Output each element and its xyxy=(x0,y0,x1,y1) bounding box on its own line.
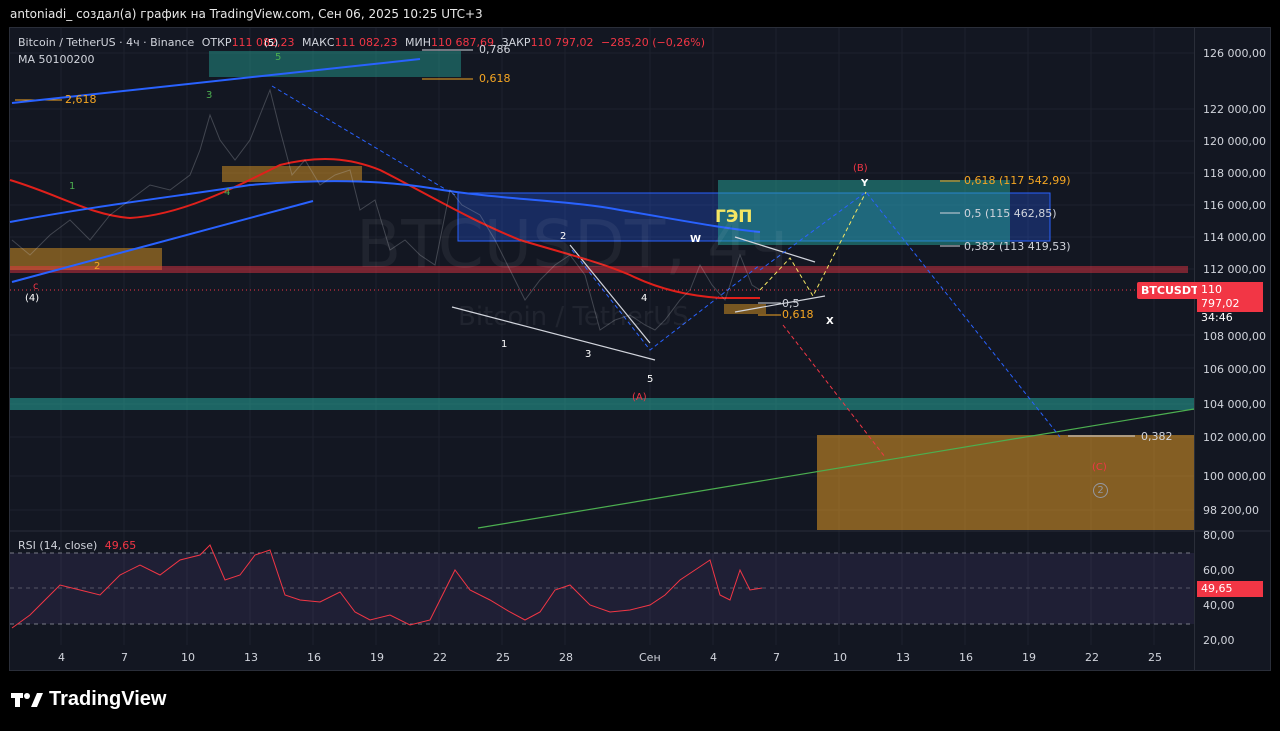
wave-small-2: 2 xyxy=(94,261,101,272)
price-label: 102 000,00 xyxy=(1203,431,1266,444)
legend-low-label: МИН xyxy=(405,36,432,49)
wave-label-y: Y xyxy=(861,178,869,189)
price-label: 104 000,00 xyxy=(1203,398,1266,411)
rsi-axis-label: 60,00 xyxy=(1203,564,1235,577)
rsi-value-badge: 49,65 xyxy=(1197,581,1263,597)
fib-label-target-0618: 0,618 (117 542,99) xyxy=(964,174,1071,187)
time-label: 22 xyxy=(1085,651,1099,664)
price-label: 100 000,00 xyxy=(1203,470,1266,483)
chart-canvas xyxy=(9,28,1270,645)
chart-legend: Bitcoin / TetherUS · 4ч · Binance ОТКР 11… xyxy=(18,36,705,49)
gap-label: ГЭП xyxy=(715,207,753,227)
bar-countdown: 34:46 xyxy=(1201,311,1233,324)
fib-label-small-0618: 0,618 xyxy=(782,308,814,321)
price-label: 98 200,00 xyxy=(1203,504,1259,517)
tradingview-logo[interactable]: TradingView xyxy=(11,688,166,711)
last-price-value: 110 797,02 xyxy=(1201,283,1240,310)
time-label: 19 xyxy=(370,651,384,664)
fib-label-target-05: 0,5 (115 462,85) xyxy=(964,207,1057,220)
fib-label-0786: 0,786 xyxy=(479,43,511,56)
price-label: 120 000,00 xyxy=(1203,135,1266,148)
price-label: 106 000,00 xyxy=(1203,363,1266,376)
time-label: 13 xyxy=(244,651,258,664)
price-label: 114 000,00 xyxy=(1203,231,1266,244)
symbol-badge: BTCUSDT xyxy=(1137,282,1203,299)
legend-high-value: 111 082,23 xyxy=(334,36,398,49)
fib-label-bottom-0382: 0,382 xyxy=(1141,430,1173,443)
wave-label-b: (B) xyxy=(853,163,868,174)
time-label: 28 xyxy=(559,651,573,664)
price-label: 126 000,00 xyxy=(1203,47,1266,60)
wave-small-4b: 4 xyxy=(641,293,648,304)
time-label: 22 xyxy=(433,651,447,664)
time-label: 7 xyxy=(773,651,780,664)
wave-label-c: (C) xyxy=(1092,462,1107,473)
rsi-name: RSI (14, close) xyxy=(18,539,98,552)
wave-small-3b: 3 xyxy=(585,349,592,360)
wave-small-2b: 2 xyxy=(560,231,567,242)
time-label: 10 xyxy=(181,651,195,664)
wave-label-a: (A) xyxy=(632,392,647,403)
rsi-value: 49,65 xyxy=(104,539,137,552)
wave-label-2-circle: 2 xyxy=(1093,483,1108,498)
rsi-axis-label: 20,00 xyxy=(1203,634,1235,647)
wave-label-4-left: (4) xyxy=(25,293,40,304)
legend-open-label: ОТКР xyxy=(201,36,232,49)
rsi-axis-label: 40,00 xyxy=(1203,599,1235,612)
wave-small-1b: 1 xyxy=(501,339,508,350)
wave-small-5: 5 xyxy=(275,52,282,63)
target-box-bottom xyxy=(817,435,1194,530)
price-label: 108 000,00 xyxy=(1203,330,1266,343)
watermark-name: Bitcoin / TetherUS xyxy=(458,302,689,332)
fib-label-target-0382: 0,382 (113 419,53) xyxy=(964,240,1071,253)
price-label: 112 000,00 xyxy=(1203,263,1266,276)
time-label: 10 xyxy=(833,651,847,664)
time-label: 25 xyxy=(496,651,510,664)
time-label: 13 xyxy=(896,651,910,664)
wave-small-3: 3 xyxy=(206,90,213,101)
legend-symbol[interactable]: Bitcoin / TetherUS · 4ч · Binance xyxy=(18,36,194,49)
wave-small-1: 1 xyxy=(69,181,76,192)
time-label: Сен xyxy=(639,651,661,664)
price-label: 122 000,00 xyxy=(1203,103,1266,116)
time-label: 4 xyxy=(58,651,65,664)
time-label: 25 xyxy=(1148,651,1162,664)
time-label: 7 xyxy=(121,651,128,664)
support-band xyxy=(10,398,1194,410)
wave-small-4: 4 xyxy=(224,187,231,198)
time-label: 16 xyxy=(959,651,973,664)
legend-close-value: 110 797,02 xyxy=(530,36,594,49)
legend-high-label: МАКС xyxy=(302,36,335,49)
wave-label-w: W xyxy=(690,234,702,245)
rsi-legend[interactable]: RSI (14, close) 49,65 xyxy=(18,539,136,552)
time-label: 19 xyxy=(1022,651,1036,664)
price-label: 116 000,00 xyxy=(1203,199,1266,212)
wave-label-c-left: c xyxy=(33,281,39,292)
ma-legend[interactable]: MA 50100200 xyxy=(18,53,95,66)
tradingview-logo-text: TradingView xyxy=(49,688,167,710)
price-label: 118 000,00 xyxy=(1203,167,1266,180)
rsi-axis-label: 80,00 xyxy=(1203,529,1235,542)
last-price-badge: 110 797,02 34:46 xyxy=(1197,282,1263,324)
time-label: 4 xyxy=(710,651,717,664)
fib-label-0618: 0,618 xyxy=(479,72,511,85)
legend-change: −285,20 (−0,26%) xyxy=(601,36,705,49)
wave-small-5b: 5 xyxy=(647,374,654,385)
wave-label-5-top: (5) xyxy=(264,38,279,49)
fib-small-zone xyxy=(724,304,766,314)
fib-label-2618: 2,618 xyxy=(65,93,97,106)
time-label: 16 xyxy=(307,651,321,664)
wave-label-x: X xyxy=(826,316,834,327)
fib-zone-top xyxy=(209,51,461,77)
tradingview-logo-icon xyxy=(11,692,43,707)
